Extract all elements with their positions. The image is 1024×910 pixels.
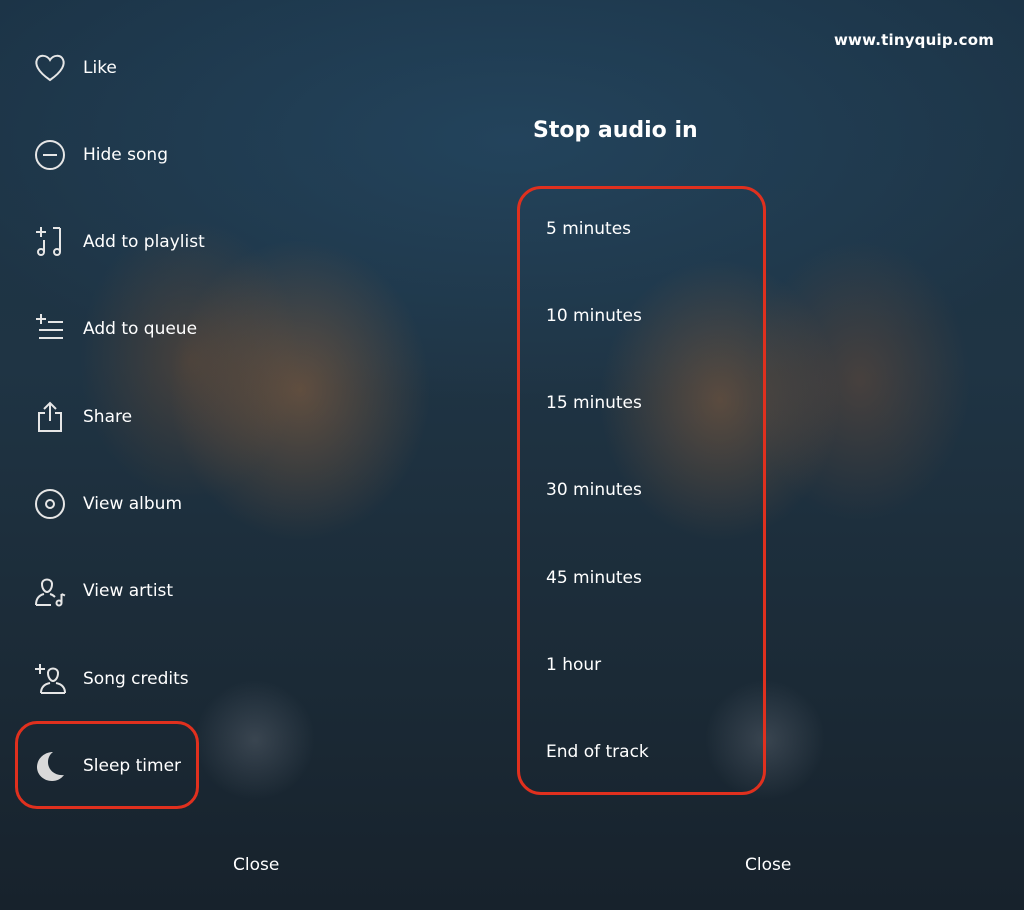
menu-item-like[interactable]: Like xyxy=(30,46,330,90)
timer-option-5-minutes[interactable]: 5 minutes xyxy=(546,219,631,239)
share-icon xyxy=(30,397,70,437)
close-button-left[interactable]: Close xyxy=(233,855,279,875)
menu-item-label: View artist xyxy=(83,581,174,601)
timer-option-30-minutes[interactable]: 30 minutes xyxy=(546,480,642,500)
artist-icon xyxy=(30,571,70,611)
album-icon xyxy=(30,484,70,524)
close-button-right[interactable]: Close xyxy=(745,855,791,875)
timer-option-end-of-track[interactable]: End of track xyxy=(546,742,649,762)
sleep-timer-title: Stop audio in xyxy=(533,118,698,143)
timer-option-10-minutes[interactable]: 10 minutes xyxy=(546,306,642,326)
menu-item-label: View album xyxy=(83,494,183,514)
menu-item-add-to-playlist[interactable]: Add to playlist xyxy=(30,220,330,264)
menu-item-add-to-queue[interactable]: Add to queue xyxy=(30,307,330,351)
menu-item-song-credits[interactable]: Song credits xyxy=(30,657,330,701)
heart-icon xyxy=(30,48,70,88)
menu-item-label: Share xyxy=(83,407,133,427)
sleep-timer-highlight xyxy=(15,721,199,809)
song-credits-icon xyxy=(30,659,70,699)
menu-item-label: Song credits xyxy=(83,669,189,689)
menu-item-hide-song[interactable]: Hide song xyxy=(30,133,330,177)
add-to-queue-icon xyxy=(30,309,70,349)
menu-item-share[interactable]: Share xyxy=(30,395,330,439)
minus-circle-icon xyxy=(30,135,70,175)
timer-option-45-minutes[interactable]: 45 minutes xyxy=(546,568,642,588)
timer-option-15-minutes[interactable]: 15 minutes xyxy=(546,393,642,413)
menu-item-view-artist[interactable]: View artist xyxy=(30,569,330,613)
menu-item-label: Hide song xyxy=(83,145,168,165)
menu-item-label: Add to queue xyxy=(83,319,198,339)
add-to-playlist-icon xyxy=(30,222,70,262)
menu-item-view-album[interactable]: View album xyxy=(30,482,330,526)
menu-item-label: Like xyxy=(83,58,117,78)
watermark: www.tinyquip.com xyxy=(834,31,995,49)
timer-option-1-hour[interactable]: 1 hour xyxy=(546,655,601,675)
menu-item-label: Add to playlist xyxy=(83,232,205,252)
